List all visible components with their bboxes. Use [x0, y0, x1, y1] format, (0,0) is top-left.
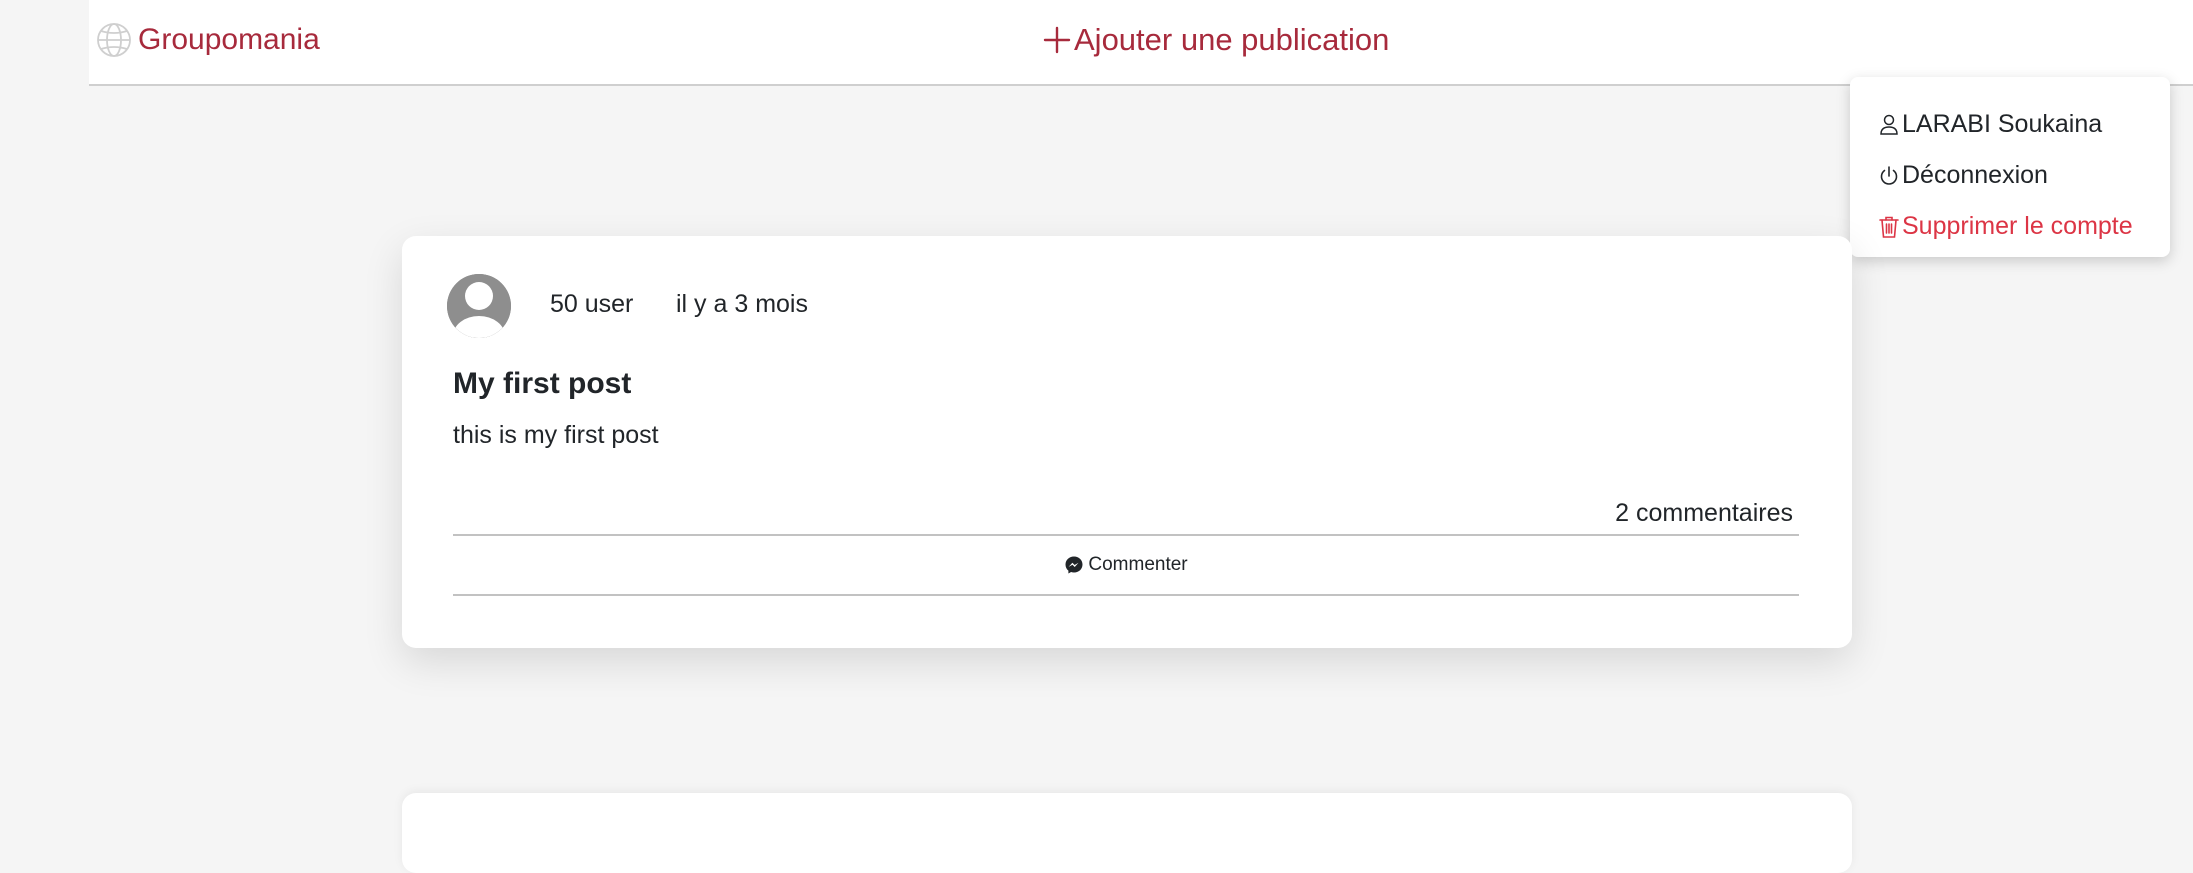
post-body: this is my first post [453, 421, 659, 449]
top-navbar: Groupomania Ajouter une publication [89, 0, 2193, 86]
post-title: My first post [453, 367, 632, 400]
user-dropdown-menu: LARABI Soukaina Déconnexion Supprimer le… [1850, 77, 2170, 257]
post-card-next [402, 793, 1852, 873]
menu-item-profile-label: LARABI Soukaina [1902, 110, 2103, 138]
power-icon [1880, 165, 1898, 185]
add-post-button[interactable]: Ajouter une publication [1043, 22, 1389, 58]
divider [453, 594, 1799, 596]
menu-item-logout[interactable]: Déconnexion [1850, 150, 2170, 201]
comment-button-label: Commenter [1088, 554, 1188, 575]
add-post-label: Ajouter une publication [1074, 22, 1390, 57]
comment-count[interactable]: 2 commentaires [1615, 499, 1793, 528]
trash-icon [1879, 216, 1899, 238]
post-card: 50 user il y a 3 mois My first post this… [402, 236, 1852, 648]
messenger-icon [1065, 556, 1083, 574]
globe-icon [97, 23, 131, 57]
menu-item-logout-label: Déconnexion [1902, 161, 2048, 189]
comment-button[interactable]: Commenter [453, 536, 1799, 594]
person-icon [1880, 114, 1898, 135]
menu-item-profile[interactable]: LARABI Soukaina [1850, 99, 2170, 150]
menu-item-delete-account[interactable]: Supprimer le compte [1850, 201, 2170, 252]
avatar[interactable] [447, 274, 511, 338]
user-avatar-icon [447, 274, 511, 338]
plus-icon [1043, 26, 1071, 54]
post-timestamp: il y a 3 mois [676, 290, 808, 318]
brand-link[interactable]: Groupomania [96, 22, 320, 58]
post-author[interactable]: 50 user [550, 290, 633, 319]
brand-label: Groupomania [138, 23, 320, 56]
menu-item-delete-label: Supprimer le compte [1902, 212, 2133, 240]
